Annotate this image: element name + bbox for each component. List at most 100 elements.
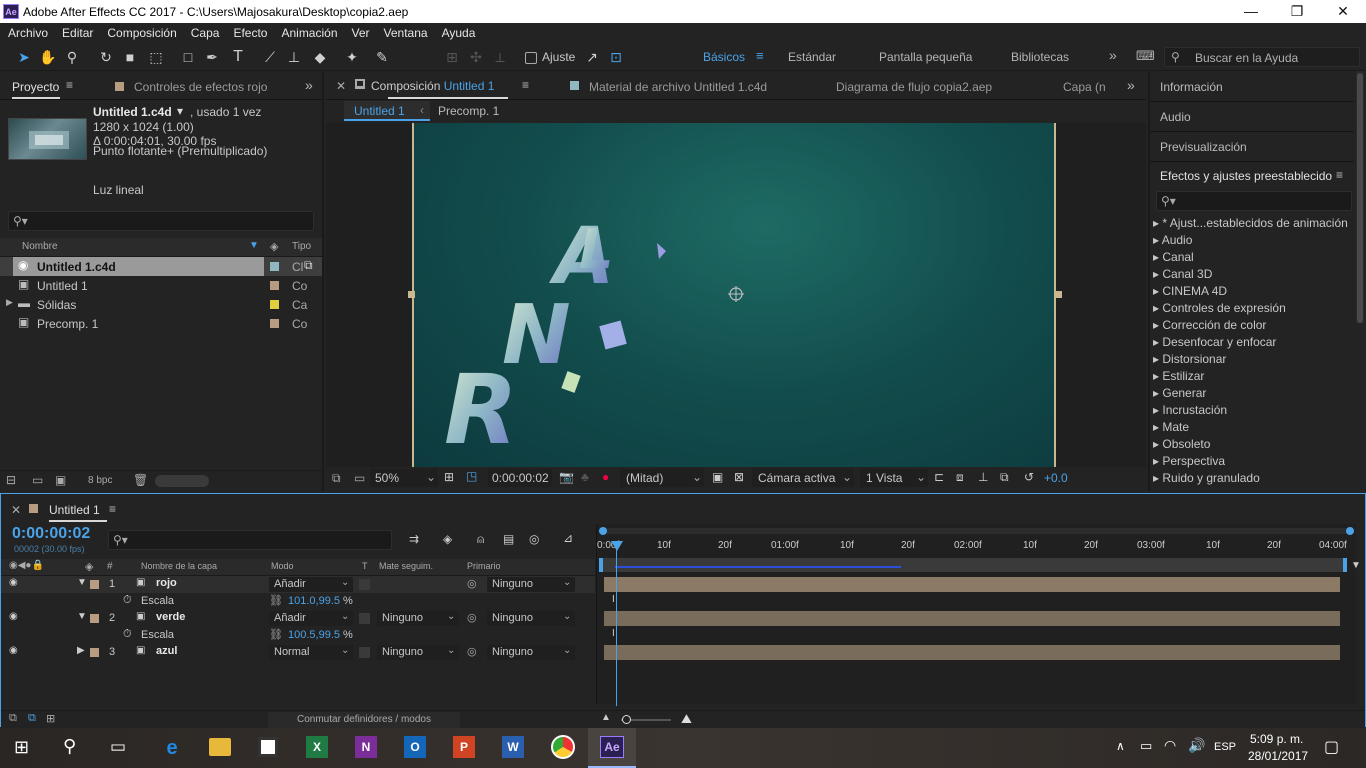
tab-footage[interactable]: Material de archivo Untitled 1.c4d — [589, 80, 767, 94]
project-item-row[interactable]: ▣ Precomp. 1 Co — [0, 314, 322, 333]
effect-category[interactable]: ▸ Controles de expresión — [1153, 301, 1286, 315]
layer-switches-icon[interactable]: ⧉ — [9, 712, 17, 725]
effect-category[interactable]: ▸ Corrección de color — [1153, 318, 1266, 332]
layer-label-swatch[interactable] — [90, 648, 99, 657]
item-dropdown-icon[interactable]: ▾ — [177, 104, 183, 118]
stopwatch-icon[interactable]: ⏱ — [123, 594, 132, 607]
snap-grid-icon[interactable]: ⊡ — [606, 47, 626, 67]
graph-editor-icon[interactable]: ⊿ — [563, 531, 573, 545]
layer-label-swatch[interactable] — [90, 614, 99, 623]
playhead[interactable] — [616, 542, 617, 706]
panel-menu-icon[interactable]: ≡ — [109, 502, 116, 516]
snap-checkbox[interactable] — [525, 52, 537, 64]
hide-shy-layers-icon[interactable]: ⍝ — [477, 532, 484, 547]
zoom-slider-thumb[interactable] — [622, 715, 631, 724]
col-layer-name[interactable]: Nombre de la capa — [141, 561, 217, 571]
menu-animacion[interactable]: Animación — [274, 23, 344, 43]
effect-category[interactable]: ▸ Distorsionar — [1153, 352, 1226, 366]
powerpoint-icon[interactable]: P — [453, 736, 475, 758]
layer-parent-select[interactable]: Ninguno ⌄ — [487, 577, 575, 592]
project-search-input[interactable]: ⚲▾ — [8, 211, 314, 231]
preserve-transparency-checkbox[interactable] — [359, 647, 370, 658]
resolution-select[interactable]: (Mitad) ⌄ — [620, 469, 704, 487]
workspace-estandar[interactable]: Estándar — [788, 50, 836, 64]
expand-arrow-icon[interactable]: ▶ — [77, 645, 85, 656]
motion-blur-icon[interactable]: ◎ — [529, 532, 539, 546]
excel-icon[interactable]: X — [306, 736, 328, 758]
zoom-select[interactable]: 50% ⌄ — [370, 469, 438, 487]
menu-capa[interactable]: Capa — [184, 23, 227, 43]
expand-arrow-icon[interactable]: ▼ — [77, 611, 87, 622]
info-panel-header[interactable]: Información — [1160, 80, 1223, 94]
current-timecode[interactable]: 0:00:00:02 — [12, 525, 90, 543]
workspace-basicos[interactable]: Básicos — [703, 50, 745, 64]
eraser-tool-icon[interactable]: ◆ — [310, 47, 330, 67]
project-item-row[interactable]: ▶ ▬ Sólidas Ca — [0, 295, 322, 314]
type-tool-icon[interactable]: T — [228, 47, 248, 67]
visibility-eye-icon[interactable]: ◉ — [9, 577, 18, 588]
label-swatch[interactable] — [270, 281, 279, 290]
effect-category[interactable]: ▸ * Ajust...establecidos de animación — [1153, 216, 1348, 230]
volume-icon[interactable]: 🔊 — [1188, 737, 1205, 754]
file-explorer-icon[interactable] — [209, 738, 231, 756]
panel-menu-icon[interactable]: ≡ — [1336, 168, 1343, 182]
layer-mode-select[interactable]: Añadir ⌄ — [269, 577, 353, 592]
rotate-tool-icon[interactable]: ↻ — [96, 47, 116, 67]
track-matte-select[interactable]: Ninguno ⌄ — [377, 611, 459, 626]
layer-mode-select[interactable]: Añadir ⌄ — [269, 611, 353, 626]
puppet-tool-icon[interactable]: ✎ — [372, 47, 392, 67]
action-center-icon[interactable]: ▢ — [1324, 737, 1339, 757]
expand-arrow-icon[interactable]: ▼ — [77, 577, 87, 588]
scrollbar-track[interactable] — [1356, 71, 1364, 323]
fast-preview-icon[interactable]: ▣ — [712, 470, 723, 484]
menu-ver[interactable]: Ver — [345, 23, 377, 43]
edge-icon[interactable]: e — [160, 736, 184, 760]
label-tag-icon[interactable]: ◈ — [85, 560, 93, 573]
visibility-eye-icon[interactable]: ◉ — [9, 611, 18, 622]
language-indicator[interactable]: ESP — [1214, 741, 1236, 753]
panel-more-icon[interactable]: » — [305, 77, 313, 93]
sort-arrow-icon[interactable]: ▼ — [249, 240, 259, 251]
work-area-bar[interactable] — [599, 558, 1347, 572]
new-composition-icon[interactable]: ▣ — [55, 473, 66, 487]
close-tab-icon[interactable]: ✕ — [11, 503, 21, 517]
clock-date[interactable]: 28/01/2017 — [1248, 749, 1308, 763]
viewer-timecode[interactable]: 0:00:00:02 — [488, 469, 552, 487]
wifi-icon[interactable]: ◠ — [1164, 737, 1176, 754]
timeline-search-input[interactable]: ⚲▾ — [108, 530, 392, 550]
selection-tool-icon[interactable]: ➤ — [14, 47, 34, 67]
view-axis-icon[interactable]: ⟂ — [490, 47, 510, 67]
frame-blending-icon[interactable]: ▤ — [503, 532, 514, 546]
col-t[interactable]: T — [362, 561, 368, 571]
layer-label-swatch[interactable] — [90, 580, 99, 589]
trash-icon[interactable]: 🗑 — [133, 473, 148, 487]
resize-handle[interactable] — [408, 291, 415, 298]
av-features-icon[interactable]: ◉◀●🔒 — [9, 560, 44, 571]
effect-category[interactable]: ▸ Desenfocar y enfocar — [1153, 335, 1276, 349]
workspace-pantalla-pequena[interactable]: Pantalla pequeña — [879, 50, 972, 64]
monitor-icon[interactable]: ▭ — [354, 471, 365, 485]
camera-select[interactable]: Cámara activa ⌄ — [752, 469, 854, 487]
world-axis-icon[interactable]: ✣ — [466, 47, 486, 67]
keyframe-icon[interactable]: I — [612, 594, 615, 605]
clone-stamp-tool-icon[interactable]: ⊥ — [284, 47, 304, 67]
pan-behind-tool-icon[interactable]: ⬚ — [146, 47, 166, 67]
work-area-start[interactable] — [599, 558, 603, 572]
comp-marker-icon[interactable]: ▼ — [1351, 560, 1361, 571]
lock-icon[interactable] — [355, 79, 365, 89]
store-icon[interactable] — [258, 737, 278, 757]
col-name[interactable]: Nombre — [22, 241, 58, 252]
menu-composicion[interactable]: Composición — [100, 23, 183, 43]
work-area-end[interactable] — [1343, 558, 1347, 572]
local-axis-icon[interactable]: ⊞ — [442, 47, 462, 67]
composition-frame[interactable]: A L N R — [408, 123, 1062, 467]
timeline-icon[interactable]: ⊥ — [978, 470, 988, 484]
property-value[interactable]: 101.0,99.5 — [288, 595, 340, 607]
thumbnail-size-slider[interactable] — [155, 475, 209, 487]
close-tab-icon[interactable]: ✕ — [336, 79, 346, 93]
preview-panel-header[interactable]: Previsualización — [1160, 140, 1247, 154]
comp-mini-flowchart-icon[interactable]: ⇉ — [409, 532, 419, 546]
layer-parent-select[interactable]: Ninguno ⌄ — [487, 645, 575, 660]
navigator-end-handle[interactable] — [1346, 527, 1354, 535]
toggle-switches-modes-button[interactable]: Conmutar definidores / modos — [268, 712, 460, 728]
